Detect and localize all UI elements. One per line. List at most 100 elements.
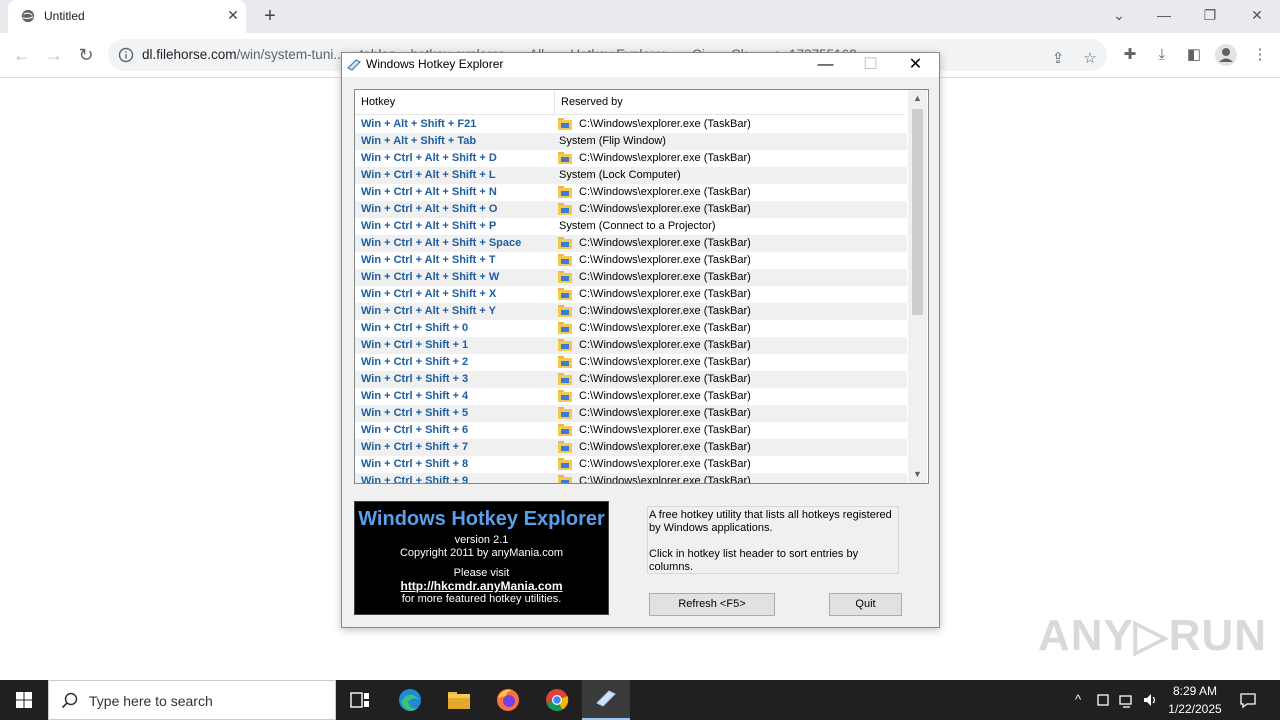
volume-icon[interactable] bbox=[1142, 690, 1160, 710]
hotkey-cell: Win + Ctrl + Shift + 6 bbox=[361, 424, 469, 436]
browser-tab[interactable]: Untitled ✕ bbox=[8, 0, 246, 33]
list-item[interactable]: Win + Ctrl + Alt + Shift + L System (Lock… bbox=[355, 167, 907, 184]
windows-start-icon[interactable] bbox=[0, 680, 48, 720]
hotkey-list[interactable]: Hotkey Reserved by Win + Alt + Shift + F… bbox=[354, 89, 929, 484]
task-view-icon[interactable] bbox=[336, 680, 384, 720]
hotkey-cell: Win + Ctrl + Alt + Shift + T bbox=[361, 254, 496, 266]
reload-button[interactable]: ↻ bbox=[74, 43, 98, 67]
hotkey-cell: Win + Ctrl + Alt + Shift + Space bbox=[361, 237, 522, 249]
reserved-by-cell: C:\Windows\explorer.exe (TaskBar) bbox=[579, 237, 751, 249]
back-button[interactable]: ← bbox=[10, 43, 34, 67]
hotkey-cell: Win + Ctrl + Shift + 3 bbox=[361, 373, 469, 385]
list-item[interactable]: Win + Ctrl + Alt + Shift + Y C:\Windows\e… bbox=[355, 303, 907, 320]
list-item[interactable]: Win + Ctrl + Alt + Shift + T C:\Windows\e… bbox=[355, 252, 907, 269]
list-item[interactable]: Win + Ctrl + Shift + 0 C:\Windows\explore… bbox=[355, 320, 907, 337]
network-icon[interactable] bbox=[1118, 690, 1136, 710]
list-item[interactable]: Win + Ctrl + Alt + Shift + W C:\Windows\e… bbox=[355, 269, 907, 286]
list-item[interactable]: Win + Ctrl + Alt + Shift + Space C:\Windo… bbox=[355, 235, 907, 252]
taskbar-clock[interactable]: 8:29 AM 1/22/2025 bbox=[1162, 682, 1228, 718]
minimize-button[interactable]: — bbox=[1154, 5, 1174, 25]
reserved-by-cell: C:\Windows\explorer.exe (TaskBar) bbox=[579, 322, 751, 334]
folder-icon bbox=[558, 339, 572, 351]
url-host: dl.filehorse.com bbox=[142, 47, 237, 62]
profile-avatar-icon[interactable] bbox=[1214, 43, 1238, 67]
list-item[interactable]: Win + Ctrl + Shift + 3 C:\Windows\explore… bbox=[355, 371, 907, 388]
column-header-hotkey[interactable]: Hotkey bbox=[355, 90, 555, 114]
about-more: for more featured hotkey utilities. bbox=[401, 593, 562, 605]
list-item[interactable]: Win + Alt + Shift + Tab System (Flip Wind… bbox=[355, 133, 907, 150]
about-title: Windows Hotkey Explorer bbox=[358, 508, 605, 530]
column-header-reserved-by[interactable]: Reserved by bbox=[555, 90, 905, 114]
list-item[interactable]: Win + Ctrl + Shift + 6 C:\Windows\explore… bbox=[355, 422, 907, 439]
anyrun-watermark: ANY▷RUN bbox=[1038, 611, 1268, 660]
edge-icon[interactable] bbox=[386, 680, 434, 720]
about-panel: Windows Hotkey Explorer version 2.1 Copy… bbox=[354, 501, 609, 615]
folder-icon bbox=[558, 254, 572, 266]
list-item[interactable]: Win + Ctrl + Shift + 1 C:\Windows\explore… bbox=[355, 337, 907, 354]
about-link[interactable]: http://hkcmdr.anyMania.com bbox=[355, 579, 608, 593]
window-titlebar: Windows Hotkey Explorer — ☐ ✕ bbox=[342, 53, 939, 77]
firefox-icon[interactable] bbox=[484, 680, 532, 720]
forward-button[interactable]: → bbox=[42, 43, 66, 67]
chrome-icon[interactable] bbox=[533, 680, 581, 720]
folder-icon bbox=[558, 305, 572, 317]
keyboard-app-icon bbox=[596, 690, 616, 707]
reserved-by-cell: C:\Windows\explorer.exe (TaskBar) bbox=[579, 424, 751, 436]
list-item[interactable]: Win + Ctrl + Alt + Shift + O C:\Windows\e… bbox=[355, 201, 907, 218]
file-explorer-icon[interactable] bbox=[435, 680, 483, 720]
quit-button[interactable]: Quit bbox=[829, 593, 902, 616]
tab-search-icon[interactable]: ⌄ bbox=[1109, 5, 1129, 25]
info-icon[interactable] bbox=[118, 47, 134, 63]
tab-close-icon[interactable]: ✕ bbox=[225, 7, 241, 23]
scroll-down-arrow-icon[interactable]: ▼ bbox=[908, 466, 927, 483]
reserved-by-cell: C:\Windows\explorer.exe (TaskBar) bbox=[579, 390, 751, 402]
menu-icon[interactable]: ⋮ bbox=[1250, 45, 1270, 65]
about-version: version 2.1 bbox=[454, 534, 509, 546]
hotkey-cell: Win + Ctrl + Alt + Shift + Y bbox=[361, 305, 496, 317]
reserved-by-cell: C:\Windows\explorer.exe (TaskBar) bbox=[579, 441, 751, 453]
folder-icon bbox=[558, 152, 572, 164]
reserved-by-cell: C:\Windows\explorer.exe (TaskBar) bbox=[579, 186, 751, 198]
scroll-thumb[interactable] bbox=[912, 109, 923, 315]
list-item[interactable]: Win + Ctrl + Shift + 9 C:\Windows\explore… bbox=[355, 473, 907, 483]
list-item[interactable]: Win + Ctrl + Alt + Shift + X C:\Windows\e… bbox=[355, 286, 907, 303]
close-window-button[interactable]: ✕ bbox=[1247, 5, 1267, 25]
restore-button[interactable]: ❐ bbox=[1200, 5, 1220, 25]
list-item[interactable]: Win + Ctrl + Shift + 5 C:\Windows\explore… bbox=[355, 405, 907, 422]
folder-icon bbox=[558, 407, 572, 419]
hotkey-cell: Win + Ctrl + Alt + Shift + N bbox=[361, 186, 497, 198]
new-tab-button[interactable]: + bbox=[260, 6, 280, 26]
bookmark-star-icon[interactable]: ☆ bbox=[1080, 49, 1100, 69]
list-item[interactable]: Win + Ctrl + Shift + 8 C:\Windows\explore… bbox=[355, 456, 907, 473]
vertical-scrollbar[interactable]: ▲ ▼ bbox=[908, 90, 927, 483]
folder-icon bbox=[558, 271, 572, 283]
download-icon[interactable]: ⤓ bbox=[1152, 45, 1172, 65]
tray-chevron-icon[interactable]: ^ bbox=[1070, 690, 1086, 710]
window-title: Windows Hotkey Explorer bbox=[366, 57, 504, 71]
side-panel-icon[interactable]: ◧ bbox=[1184, 45, 1204, 65]
scroll-up-arrow-icon[interactable]: ▲ bbox=[908, 90, 927, 107]
taskbar-search-box[interactable]: Type here to search bbox=[48, 680, 336, 720]
search-icon bbox=[61, 692, 78, 709]
hotkey-explorer-taskbar-button[interactable] bbox=[582, 680, 630, 720]
share-icon[interactable]: ⇪ bbox=[1048, 49, 1068, 69]
meet-now-icon[interactable] bbox=[1094, 690, 1112, 710]
list-item[interactable]: Win + Alt + Shift + F21 C:\Windows\explor… bbox=[355, 116, 907, 133]
extensions-icon[interactable]: ✚ bbox=[1120, 45, 1140, 65]
list-item[interactable]: Win + Ctrl + Shift + 2 C:\Windows\explore… bbox=[355, 354, 907, 371]
list-item[interactable]: Win + Ctrl + Alt + Shift + N C:\Windows\e… bbox=[355, 184, 907, 201]
list-item[interactable]: Win + Ctrl + Alt + Shift + P System (Conn… bbox=[355, 218, 907, 235]
window-close-button[interactable]: ✕ bbox=[893, 53, 938, 77]
reserved-by-cell: C:\Windows\explorer.exe (TaskBar) bbox=[579, 373, 751, 385]
notification-icon[interactable] bbox=[1238, 690, 1258, 710]
window-minimize-button[interactable]: — bbox=[803, 53, 848, 77]
hotkey-cell: Win + Ctrl + Shift + 5 bbox=[361, 407, 469, 419]
reserved-by-cell: C:\Windows\explorer.exe (TaskBar) bbox=[579, 305, 751, 317]
folder-icon bbox=[558, 237, 572, 249]
reserved-by-cell: System (Flip Window) bbox=[559, 135, 666, 147]
window-maximize-button[interactable]: ☐ bbox=[848, 53, 893, 77]
list-item[interactable]: Win + Ctrl + Shift + 7 C:\Windows\explore… bbox=[355, 439, 907, 456]
list-item[interactable]: Win + Ctrl + Shift + 4 C:\Windows\explore… bbox=[355, 388, 907, 405]
list-item[interactable]: Win + Ctrl + Alt + Shift + D C:\Windows\e… bbox=[355, 150, 907, 167]
refresh-button[interactable]: Refresh <F5> bbox=[649, 593, 775, 616]
